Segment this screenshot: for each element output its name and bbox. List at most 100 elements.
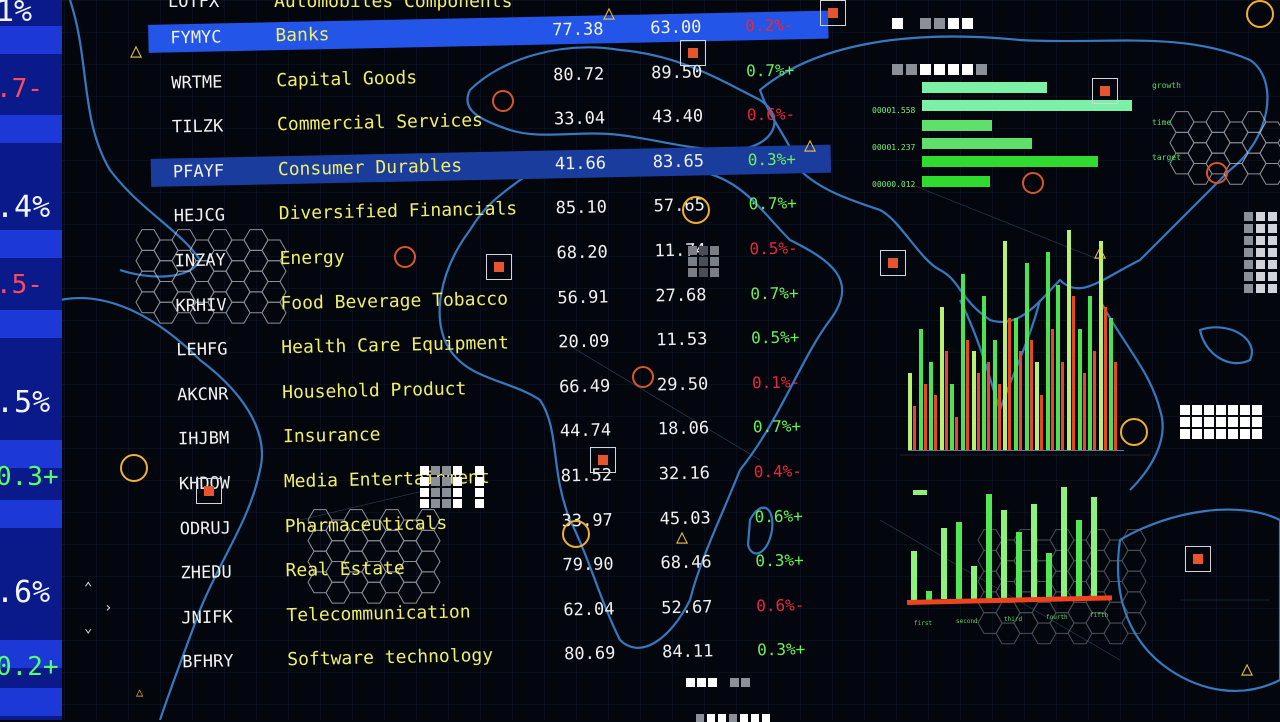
change-percent: 0.6%- <box>756 595 805 615</box>
triangle-warning-icon: △ <box>136 686 143 698</box>
ticker-symbol: ZHEDU <box>180 563 232 584</box>
pixel-square <box>920 18 931 29</box>
sector-name: Household Product <box>282 378 467 403</box>
row-highlight <box>148 11 828 53</box>
bar-green <box>1001 510 1007 598</box>
ticker-symbol: TILZK <box>172 117 224 138</box>
focus-frame-icon <box>820 0 846 26</box>
bar-green <box>1091 497 1097 596</box>
change-percent: 0.7%+ <box>746 60 795 80</box>
pixel-square <box>1228 417 1238 427</box>
pixel-square <box>892 18 903 29</box>
price-value: 44.74 <box>560 421 612 442</box>
target-ring-icon <box>1246 0 1274 28</box>
bar-red <box>1040 395 1043 450</box>
sector-name: Insurance <box>283 425 381 448</box>
pixel-square <box>729 714 737 722</box>
bar-green <box>1025 263 1029 450</box>
pixel-square <box>442 466 451 475</box>
target-ring-icon <box>562 520 590 548</box>
focus-frame-icon <box>680 40 706 66</box>
bar-green <box>1046 553 1052 597</box>
change-percent: 0.6%- <box>747 105 796 125</box>
price-value: 85.10 <box>555 198 607 219</box>
bar-green <box>1078 329 1082 450</box>
bar-red <box>1019 351 1022 450</box>
pixel-square <box>475 488 484 497</box>
bar-green <box>1046 252 1050 450</box>
pixel-square <box>1240 429 1250 439</box>
pixel-square <box>1268 236 1277 245</box>
sector-name: Capital Goods <box>276 67 417 91</box>
pixel-square <box>475 499 484 508</box>
pixel-square <box>475 477 484 486</box>
pixel-square <box>688 246 697 255</box>
target-value: 43.40 <box>652 107 704 128</box>
pixel-square <box>431 477 440 486</box>
strip-bar <box>0 688 62 716</box>
pixel-square <box>920 64 931 75</box>
bar-green <box>1109 318 1113 450</box>
change-percent: 0.2%- <box>745 15 794 35</box>
sector-name: Banks <box>275 24 330 46</box>
sector-name: Energy <box>279 247 344 269</box>
pixel-square <box>906 64 917 75</box>
target-value: 52.67 <box>661 597 713 618</box>
pixel-square <box>431 466 440 475</box>
bar-side-label: time <box>1152 118 1171 127</box>
change-percent: 0.7%+ <box>748 194 797 214</box>
axis-label: fifth <box>1090 612 1108 619</box>
pixel-square <box>688 257 697 266</box>
bar-side-label: target <box>1152 153 1181 162</box>
target-value: 63.00 <box>650 17 702 38</box>
bar-green <box>993 340 997 450</box>
bar-green <box>1056 285 1060 450</box>
pixel-square <box>934 18 945 29</box>
pixel-square <box>962 18 973 29</box>
pixel-square <box>431 499 440 508</box>
pixel-square <box>740 714 748 722</box>
price-value: 20.09 <box>558 332 610 353</box>
bar-red <box>1030 340 1033 450</box>
pixel-square <box>1256 248 1265 257</box>
price-value: 77.38 <box>552 19 604 40</box>
target-value: 83.65 <box>653 151 705 172</box>
focus-frame-icon <box>196 478 222 504</box>
bar-green <box>1003 241 1007 450</box>
pixel-square <box>1244 248 1253 257</box>
chevron-right-icon: › <box>104 600 112 616</box>
pixel-square <box>431 488 440 497</box>
bar-red <box>987 362 990 450</box>
sector-name: Automobiles Components <box>274 0 512 12</box>
pixel-square <box>699 246 708 255</box>
pixel-square <box>1192 405 1202 415</box>
bar-green <box>950 384 954 450</box>
bar-chart-top <box>908 225 1124 451</box>
target-ring-icon <box>120 454 148 482</box>
target-ring-icon <box>1022 172 1044 194</box>
target-value: 27.68 <box>655 285 707 306</box>
price-value: 33.04 <box>554 109 606 130</box>
pixel-square <box>1240 417 1250 427</box>
triangle-warning-icon: △ <box>130 40 142 60</box>
target-value: 32.16 <box>659 463 711 484</box>
price-value: 79.90 <box>562 555 614 576</box>
target-value: 29.50 <box>657 374 709 395</box>
bar-red <box>998 384 1001 450</box>
pixel-square <box>420 499 429 508</box>
bar-green <box>1088 296 1092 450</box>
bar-green <box>941 528 947 600</box>
level-bar <box>922 120 992 131</box>
ticker-symbol: BFHRY <box>182 652 234 673</box>
change-percent: 0.3%+ <box>748 149 797 169</box>
pixel-square <box>976 64 987 75</box>
pixel-square <box>1252 417 1262 427</box>
target-ring-icon <box>394 246 416 268</box>
pixel-square <box>708 678 717 687</box>
pixel-square <box>1256 236 1265 245</box>
ticker-symbol: HEJCG <box>174 206 226 227</box>
focus-frame-icon <box>590 447 616 473</box>
bar-green <box>911 551 917 601</box>
price-value: 62.04 <box>563 599 615 620</box>
pixel-square <box>1256 284 1265 293</box>
